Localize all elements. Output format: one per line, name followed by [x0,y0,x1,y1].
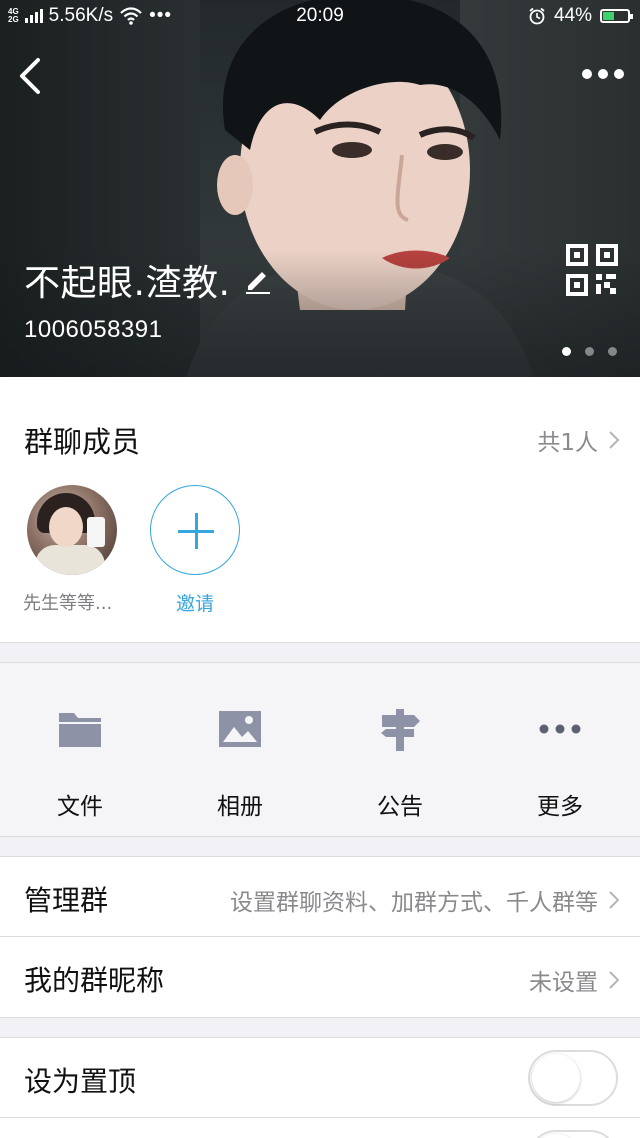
avatar [27,485,117,575]
invite-label: 邀请 [175,593,214,615]
toggle-knob [532,1054,580,1102]
toggle-knob [532,1134,580,1138]
folder-icon [59,713,101,747]
func-album[interactable]: 相册 [160,663,320,836]
group-cover[interactable]: 4G 2G 5.56K/s ••• 20:09 44% 不起眼.渣教. 1006… [0,0,640,377]
more-dots-icon [539,724,581,734]
status-bar: 4G 2G 5.56K/s ••• 20:09 44% [0,0,640,34]
next-setting-toggle[interactable] [528,1130,618,1138]
members-title: 群聊成员 [24,425,141,459]
group-name-text: 不起眼.渣教. [24,263,231,304]
group-id: 1006058391 [24,316,163,343]
carousel-dot [585,347,594,356]
func-label: 相册 [217,794,263,820]
next-setting-row[interactable] [0,1118,640,1138]
group-name: 不起眼.渣教. [24,254,272,306]
invite-button[interactable]: 邀请 [150,485,240,616]
chevron-right-icon [609,971,620,989]
row-value: 未设置 [529,963,620,997]
function-grid: 文件 相册 公告 更多 [0,662,640,837]
alarm-icon [529,7,545,25]
carousel-dot [562,347,571,356]
chevron-right-icon [609,431,620,449]
func-label: 文件 [57,794,103,820]
func-more[interactable]: 更多 [480,663,640,836]
pin-to-top-toggle[interactable] [528,1050,618,1106]
qr-code-icon[interactable] [566,244,618,296]
pin-to-top-row: 设为置顶 [0,1037,640,1118]
group-nickname-row[interactable]: 我的群昵称 未设置 [0,937,640,1018]
nickname-value: 未设置 [529,970,598,996]
manage-group-description: 设置群聊资料、加群方式、千人群等 [230,890,598,916]
signpost-icon [381,709,420,751]
carousel-dot [608,347,617,356]
func-notice[interactable]: 公告 [320,663,480,836]
image-icon [219,711,261,747]
back-icon[interactable] [12,52,48,100]
carousel-indicator [562,347,617,356]
battery-percent: 44% [553,5,592,26]
manage-group-row[interactable]: 管理群 设置群聊资料、加群方式、千人群等 [0,856,640,937]
battery-charging-icon [600,9,633,23]
member-item[interactable]: 先生等等... [23,485,117,615]
func-label: 更多 [537,794,583,820]
members-count: 共1人 [537,430,598,456]
func-label: 公告 [377,794,423,820]
members-count-link[interactable]: 共1人 [537,423,620,457]
row-title: 管理群 [24,884,109,917]
members-section: 群聊成员 共1人 先生等等... 邀请 [0,377,640,643]
more-icon[interactable] [582,62,624,86]
chevron-right-icon [609,891,620,909]
member-name: 先生等等... [23,593,113,614]
row-value: 设置群聊资料、加群方式、千人群等 [230,883,620,917]
row-title: 我的群昵称 [24,964,165,997]
func-files[interactable]: 文件 [0,663,160,836]
edit-pencil-icon[interactable] [244,266,272,294]
row-title: 设为置顶 [24,1065,137,1098]
plus-icon [150,485,240,575]
